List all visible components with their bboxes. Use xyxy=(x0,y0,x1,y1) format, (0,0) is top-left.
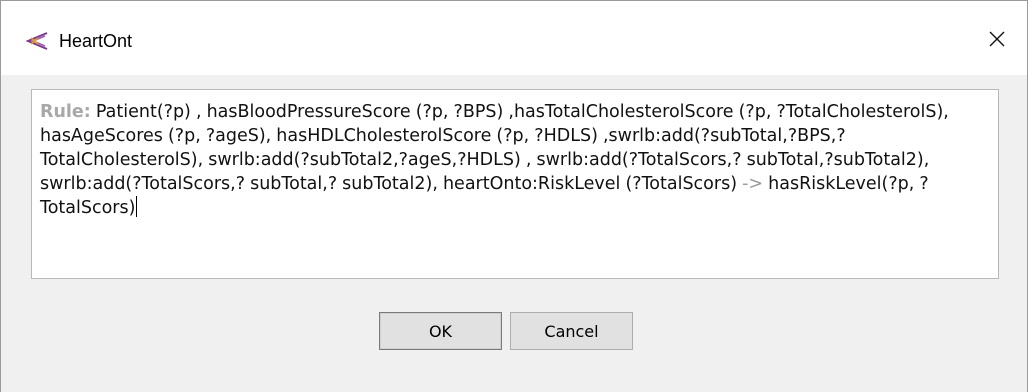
title-bar[interactable]: HeartOnt xyxy=(1,1,1027,75)
close-icon xyxy=(987,29,1007,54)
dialog-body: Rule: Patient(?p) , hasBloodPressureScor… xyxy=(1,75,1027,392)
cancel-button[interactable]: Cancel xyxy=(510,312,633,350)
rule-label: Rule: xyxy=(40,102,91,122)
ok-button[interactable]: OK xyxy=(379,312,502,350)
text-caret xyxy=(136,196,138,217)
close-button[interactable] xyxy=(977,21,1017,61)
rule-text-editor[interactable]: Rule: Patient(?p) , hasBloodPressureScor… xyxy=(31,89,999,279)
implication-arrow: -> xyxy=(737,174,769,194)
window-title: HeartOnt xyxy=(59,31,133,51)
protege-logo-icon xyxy=(25,32,49,50)
rule-editor-dialog: HeartOnt Rule: Patient(?p) , hasBloodPre… xyxy=(0,0,1028,392)
